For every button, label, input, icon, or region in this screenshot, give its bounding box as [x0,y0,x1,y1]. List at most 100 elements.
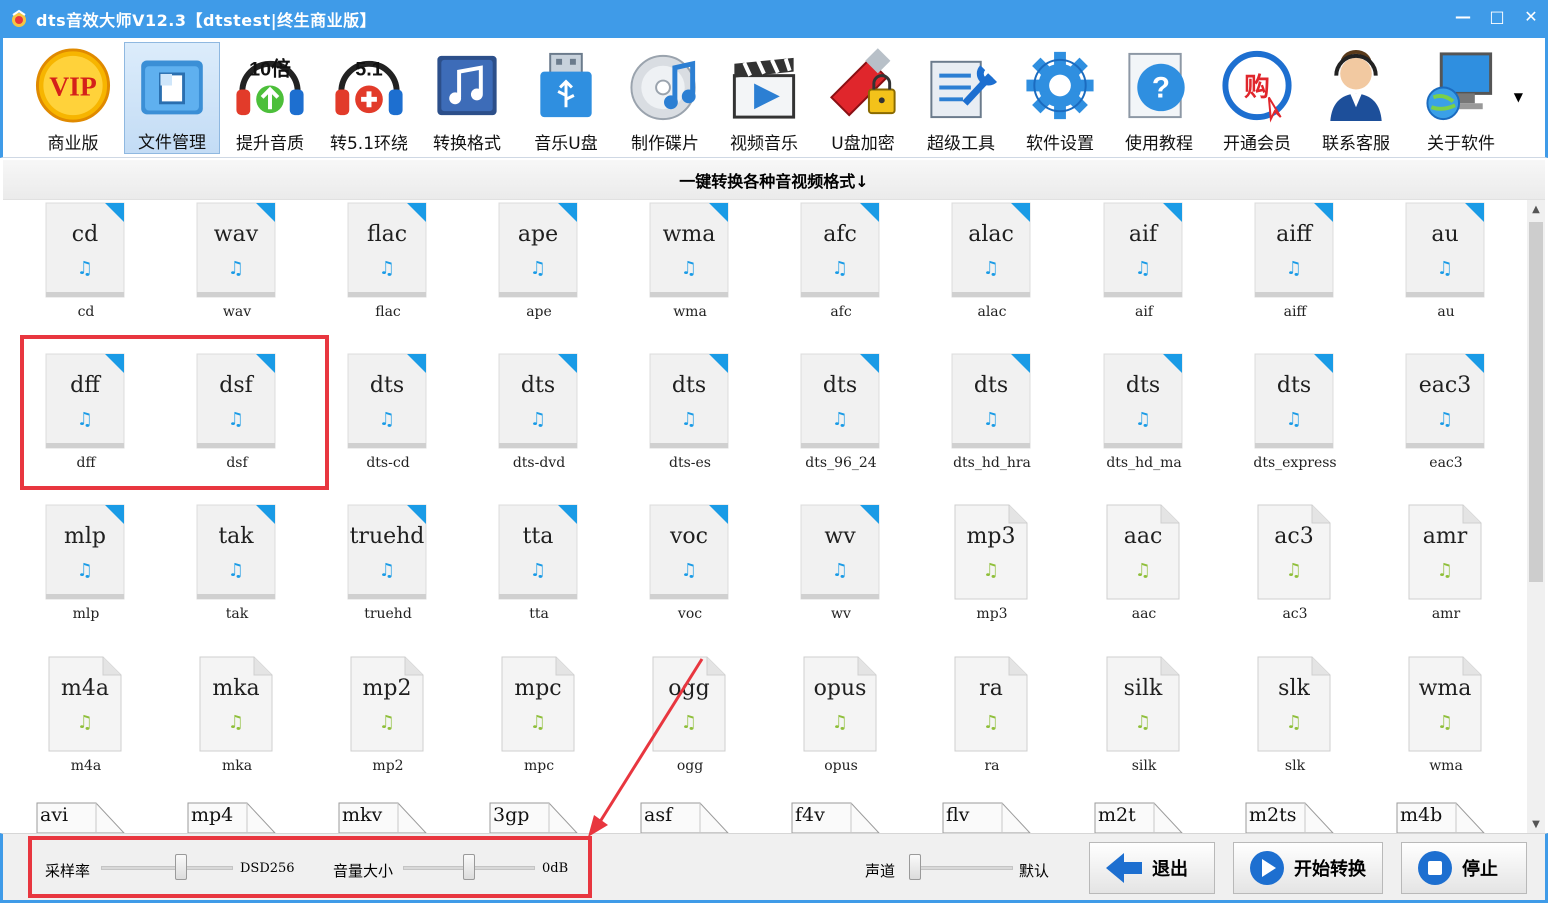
format-item[interactable]: m4a ♫ m4a [11,654,151,794]
format-extension: au [1431,222,1459,247]
format-item[interactable]: dts ♫ dts-es [615,351,755,491]
scroll-thumb[interactable] [1529,222,1543,582]
exit-button[interactable]: 退出 [1089,842,1215,894]
video-format-item[interactable]: m4b [1396,802,1486,833]
video-format-item[interactable]: 3gp [489,802,579,833]
sample-rate-slider[interactable] [101,866,233,870]
format-item[interactable]: wav ♫ wav [162,200,302,340]
format-item[interactable]: mlp ♫ mlp [11,502,151,642]
toolbar-make-disc[interactable]: 制作碟片 [617,42,713,154]
format-extension: dts [369,373,405,398]
video-format-item[interactable]: f4v [791,802,881,833]
format-caption: mka [221,758,253,774]
exit-button-label: 退出 [1152,859,1188,880]
format-item[interactable]: mka ♫ mka [162,654,302,794]
stop-button[interactable]: 停止 [1401,842,1527,894]
video-format-item[interactable]: mp4 [187,802,277,833]
format-item[interactable]: dts ♫ dts_96_24 [766,351,906,491]
format-item[interactable]: aif ♫ aif [1069,200,1209,340]
format-item[interactable]: cd ♫ cd [11,200,151,340]
volume-value: 0dB [542,861,569,876]
format-item[interactable]: aac ♫ aac [1069,502,1209,642]
shop-icon: 购 [1222,50,1292,123]
surround-badge: 5.1 [355,59,382,81]
toolbar-video-music[interactable]: 视频音乐 [716,42,812,154]
toolbar-file-manager[interactable]: 文件管理 [124,42,220,154]
sample-rate-slider-thumb[interactable] [175,854,188,880]
format-item[interactable]: wma ♫ wma [1371,654,1511,794]
format-item[interactable]: mp3 ♫ mp3 [917,502,1057,642]
format-item[interactable]: tak ♫ tak [162,502,302,642]
channel-slider-thumb[interactable] [909,854,921,880]
format-item[interactable]: voc ♫ voc [615,502,755,642]
toolbar-tutorial[interactable]: ? 使用教程 [1111,42,1207,154]
toolbar-membership[interactable]: 购 开通会员 [1209,42,1305,154]
format-item[interactable]: dts ♫ dts_hd_hra [917,351,1057,491]
format-caption: dts_hd_ma [1106,455,1182,471]
format-extension: truehd [349,524,425,549]
format-extension: flac [366,222,408,247]
format-item[interactable]: alac ♫ alac [917,200,1057,340]
toolbar-convert-format[interactable]: 转换格式 [419,42,515,154]
format-item[interactable]: dsf ♫ dsf [162,351,302,491]
video-format-item[interactable]: flv [942,802,1032,833]
minimize-button[interactable]: — [1446,0,1480,32]
format-item[interactable]: afc ♫ afc [766,200,906,340]
scroll-up-arrow-icon[interactable]: ▲ [1527,200,1545,218]
format-item[interactable]: dts ♫ dts-cd [313,351,453,491]
format-item[interactable]: dts ♫ dts_hd_ma [1069,351,1209,491]
channel-value: 默认 [1019,862,1050,880]
format-item[interactable]: silk ♫ silk [1069,654,1209,794]
format-item[interactable]: mp2 ♫ mp2 [313,654,453,794]
format-caption: eac3 [1429,455,1463,471]
format-item[interactable]: opus ♫ opus [766,654,906,794]
volume-slider-thumb[interactable] [463,854,475,880]
format-item[interactable]: tta ♫ tta [464,502,604,642]
scrollbar[interactable]: ▲ ▼ [1527,200,1545,833]
start-convert-button[interactable]: 开始转换 [1233,842,1383,894]
toolbar-enhance-quality[interactable]: 10倍 提升音质 [222,42,318,154]
format-item[interactable]: dff ♫ dff [11,351,151,491]
toolbar-commercial[interactable]: VIP 商业版 [25,42,121,154]
toolbar-usb-encrypt[interactable]: U盘加密 [815,42,911,154]
scroll-down-arrow-icon[interactable]: ▼ [1527,815,1545,833]
music-note-icon: ♫ [378,409,396,430]
format-item[interactable]: ape ♫ ape [464,200,604,340]
video-format-item[interactable]: mkv [338,802,428,833]
video-format-item[interactable]: m2t [1094,802,1184,833]
maximize-button[interactable]: □ [1480,0,1514,32]
format-item[interactable]: truehd ♫ truehd [313,502,453,642]
toolbar-surround[interactable]: 5.1 转5.1环绕 [321,42,417,154]
format-extension: eac3 [1418,373,1472,398]
format-item[interactable]: ac3 ♫ ac3 [1220,502,1360,642]
format-item[interactable]: dts ♫ dts-dvd [464,351,604,491]
format-item[interactable]: aiff ♫ aiff [1220,200,1360,340]
format-item[interactable]: eac3 ♫ eac3 [1371,351,1511,491]
format-item[interactable]: au ♫ au [1371,200,1511,340]
toolbar-super-tools[interactable]: 超级工具 [913,42,1009,154]
format-item[interactable]: ra ♫ ra [917,654,1057,794]
close-button[interactable]: ✕ [1514,0,1548,32]
toolbar-music-usb[interactable]: 音乐U盘 [518,42,614,154]
format-extension: ape [517,222,559,247]
format-item[interactable]: wv ♫ wv [766,502,906,642]
format-item[interactable]: slk ♫ slk [1220,654,1360,794]
usb-lock-icon [830,48,896,117]
music-note-icon: ♫ [227,560,245,581]
video-format-item[interactable]: m2ts [1245,802,1335,833]
toolbar-label: 视频音乐 [730,134,798,154]
toolbar-about[interactable]: 关于软件 [1413,42,1509,154]
format-item[interactable]: amr ♫ amr [1371,502,1511,642]
computer-icon [1426,52,1493,121]
toolbar-support[interactable]: 联系客服 [1308,42,1404,154]
format-extension: dts [822,373,858,398]
toolbar-settings[interactable]: 软件设置 [1012,42,1108,154]
channel-slider[interactable] [909,866,1013,870]
format-item[interactable]: dts ♫ dts_express [1220,351,1360,491]
video-format-item[interactable]: avi [36,802,126,833]
file-page-icon [196,504,276,600]
toolbar-overflow-arrow-icon[interactable]: ▼ [1514,90,1523,104]
format-item[interactable]: flac ♫ flac [313,200,453,340]
format-item[interactable]: wma ♫ wma [615,200,755,340]
music-note-icon: ♫ [529,258,547,279]
